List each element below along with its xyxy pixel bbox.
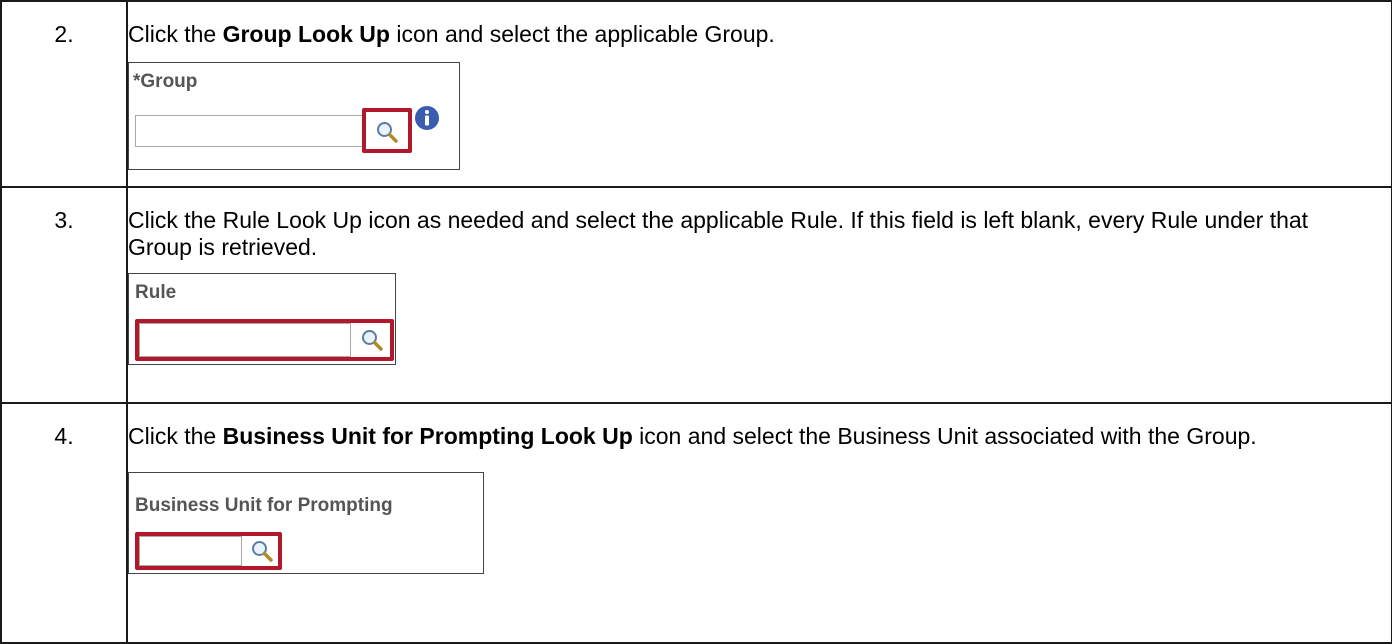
business-unit-input[interactable] (139, 536, 242, 566)
step-row-2: 2. Click the Group Look Up icon and sele… (0, 0, 1392, 188)
step-number: 3. (0, 186, 128, 404)
procedure-table: 2. Click the Group Look Up icon and sele… (0, 0, 1392, 644)
instruction-bold: Business Unit for Prompting Look Up (222, 423, 633, 449)
group-input[interactable] (135, 115, 363, 147)
step-body: Click the Business Unit for Prompting Lo… (126, 402, 1392, 644)
step-number-text: 4. (54, 423, 74, 449)
step-instruction: Click the Business Unit for Prompting Lo… (128, 404, 1353, 450)
rule-input[interactable] (139, 323, 351, 357)
step-instruction: Click the Group Look Up icon and select … (128, 2, 1353, 48)
rule-field-label: Rule (135, 282, 177, 303)
step-number-text: 3. (54, 207, 74, 233)
instruction-text: Click the (128, 21, 223, 47)
group-field-label: *Group (133, 71, 198, 92)
business-unit-field-label: Business Unit for Prompting (135, 495, 393, 516)
instruction-text: Click the (128, 423, 223, 449)
business-unit-field-screenshot: Business Unit for Prompting (128, 472, 484, 574)
info-icon[interactable] (414, 105, 439, 130)
step-instruction: Click the Rule Look Up icon as needed an… (128, 207, 1309, 260)
step-row-4: 4. Click the Business Unit for Prompting… (0, 402, 1392, 644)
step-body: Click the Group Look Up icon and select … (126, 0, 1392, 188)
step-row-3: 3. Click the Rule Look Up icon as needed… (0, 186, 1392, 404)
step-body: Click the Rule Look Up icon as needed an… (126, 186, 1392, 404)
instruction-text: icon and select the Business Unit associ… (632, 423, 1257, 449)
magnifier-icon[interactable] (360, 328, 384, 352)
step-number-text: 2. (54, 21, 74, 47)
instruction-bold: Group Look Up (222, 21, 390, 47)
rule-field-screenshot: Rule (128, 273, 396, 365)
step-number: 2. (0, 0, 128, 188)
group-field-screenshot: *Group (128, 62, 460, 170)
step-number: 4. (0, 402, 128, 644)
magnifier-icon[interactable] (250, 539, 274, 563)
instruction-text: icon and select the applicable Group. (389, 21, 775, 47)
magnifier-icon[interactable] (375, 120, 399, 144)
